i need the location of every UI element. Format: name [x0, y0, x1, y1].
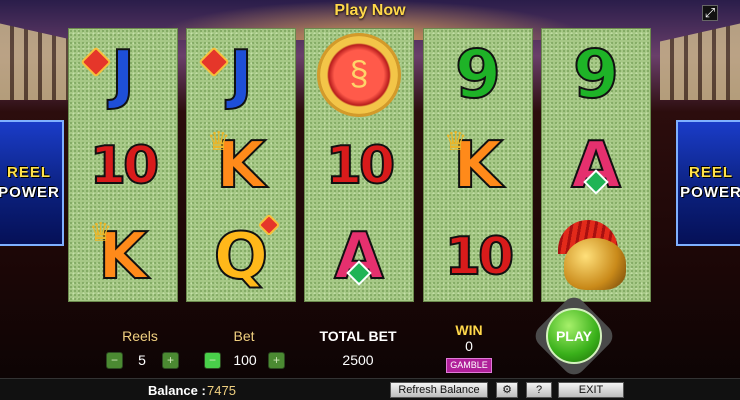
game-title: Play Now: [334, 2, 406, 19]
balance-value: 7475: [207, 383, 236, 398]
total-bet-value: 2500: [342, 352, 374, 368]
reel-5: 9A: [541, 28, 651, 302]
reel-symbol: [542, 211, 650, 302]
card-symbol: 10: [89, 135, 160, 196]
temple-right-decoration: [660, 23, 740, 100]
gem-icon: [80, 46, 112, 78]
status-bar: Balance : 7475 Refresh Balance ⚙ ? EXIT: [0, 378, 740, 400]
reel-3: § 10 A: [304, 28, 414, 302]
reels-label: Reels: [122, 328, 158, 344]
reel-symbol: 9: [424, 29, 532, 120]
logo-line1: REEL: [688, 164, 733, 181]
play-button[interactable]: PLAY: [530, 292, 618, 380]
bet-minus-button[interactable]: −: [204, 352, 221, 369]
gear-icon[interactable]: ⚙: [496, 382, 518, 398]
total-bet-label: TOTAL BET: [319, 328, 397, 344]
help-button[interactable]: ?: [526, 382, 552, 398]
reel-symbol: K ♛: [69, 211, 177, 302]
reel-symbol: 9: [542, 29, 650, 120]
reel-symbol: Q: [187, 211, 295, 302]
bet-plus-button[interactable]: +: [268, 352, 285, 369]
reels-plus-button[interactable]: +: [162, 352, 179, 369]
reel-4: 9 K ♛ 10: [423, 28, 533, 302]
card-symbol: J: [110, 37, 136, 112]
card-symbol: 10: [444, 226, 515, 287]
reel-symbol: §: [305, 29, 413, 120]
refresh-balance-button[interactable]: Refresh Balance: [390, 382, 488, 398]
logo-line1: REEL: [6, 164, 51, 181]
reel-symbol: A: [305, 211, 413, 302]
crown-icon: ♛: [89, 217, 113, 247]
logo-line2: POWER: [680, 184, 740, 201]
game-screen: Play Now ⤢ REEL POWER REEL POWER J 10 K ♛ J K…: [0, 0, 740, 400]
reel-symbol: 10: [305, 120, 413, 211]
card-symbol: 9: [572, 35, 620, 113]
reel-power-logo-right: REEL POWER: [676, 120, 740, 246]
balance-label: Balance :: [148, 383, 206, 398]
card-symbol: 9: [454, 35, 502, 113]
logo-line2: POWER: [0, 184, 60, 201]
reels-value: 5: [138, 352, 146, 368]
reel-symbol: A: [542, 120, 650, 211]
reel-2: J K ♛ Q: [186, 28, 296, 302]
gem-icon: [198, 46, 230, 78]
reel-1: J 10 K ♛: [68, 28, 178, 302]
reel-symbol: 10: [424, 211, 532, 302]
crown-icon: ♛: [207, 126, 231, 156]
play-button-label[interactable]: PLAY: [546, 308, 602, 364]
reels-minus-button[interactable]: −: [106, 352, 123, 369]
bet-value: 100: [233, 352, 257, 368]
reel-symbol: J: [187, 29, 295, 120]
gamble-button[interactable]: GAMBLE: [446, 358, 492, 373]
card-symbol: 10: [325, 135, 396, 196]
reel-power-logo-left: REEL POWER: [0, 120, 64, 246]
card-symbol: J: [228, 37, 254, 112]
win-label: WIN: [455, 322, 483, 338]
exit-button[interactable]: EXIT: [558, 382, 624, 398]
bet-label: Bet: [233, 328, 255, 344]
controls-panel: Reels − 5 + Bet − 100 + TOTAL BET 2500 W…: [0, 318, 740, 376]
reel-symbol: J: [69, 29, 177, 120]
gold-coin-symbol: §: [317, 32, 401, 117]
crown-icon: ♛: [444, 126, 468, 156]
spartan-helmet-symbol: [556, 218, 636, 296]
reel-symbol: 10: [69, 120, 177, 211]
reel-symbol: K ♛: [187, 120, 295, 211]
card-symbol: Q: [213, 219, 269, 294]
win-value: 0: [465, 338, 473, 354]
reel-symbol: K ♛: [424, 120, 532, 211]
fullscreen-icon[interactable]: ⤢: [702, 5, 718, 21]
